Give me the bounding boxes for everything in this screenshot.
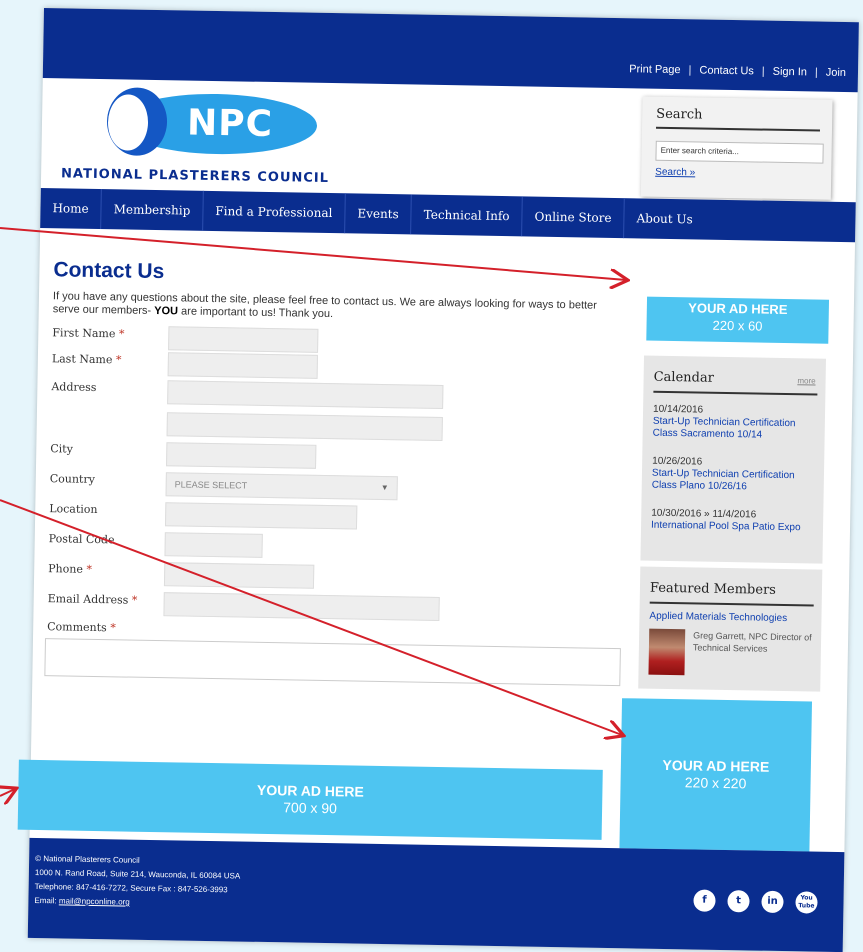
first-name-label-text: First Name [52, 326, 116, 341]
city-label: City [50, 442, 73, 456]
nav-about-us[interactable]: About Us [624, 198, 705, 239]
first-name-label: First Name * [52, 326, 124, 340]
address-label: Address [51, 380, 97, 394]
comments-label-text: Comments [47, 620, 107, 635]
search-panel: Search Enter search criteria... Search » [640, 96, 833, 200]
phone-label-text: Phone [48, 562, 84, 576]
phone-label: Phone * [48, 562, 92, 576]
footer: © National Plasterers Council 1000 N. Ra… [27, 837, 845, 952]
nav-find-professional[interactable]: Find a Professional [203, 190, 346, 234]
facebook-icon[interactable]: f [693, 889, 716, 912]
postal-code-label: Postal Code [48, 532, 115, 547]
event-title[interactable]: Start-Up Technician Certification Class … [653, 416, 821, 443]
city-field[interactable] [166, 442, 317, 469]
divider [653, 390, 818, 396]
nav-home[interactable]: Home [40, 187, 103, 230]
email-label: Email Address * [48, 592, 138, 607]
separator: | [688, 64, 692, 77]
calendar-more-link[interactable]: more [797, 376, 815, 385]
logo-abbr: NPC [186, 102, 274, 146]
divider [649, 601, 814, 607]
intro-part-b: are important to us! Thank you. [177, 305, 334, 321]
arrow-to-bottom-ad [0, 789, 15, 796]
ad-top-banner[interactable]: YOUR AD HERE 220 x 60 [646, 296, 830, 344]
intro-text: If you have any questions about the site… [53, 290, 613, 326]
comments-label: Comments * [47, 620, 116, 634]
ad-top-line2: 220 x 60 [712, 317, 763, 334]
featured-members-panel: Featured Members Applied Materials Techn… [638, 566, 823, 692]
featured-title: Featured Members [649, 580, 777, 598]
country-value: PLEASE SELECT [174, 479, 248, 491]
phone-field[interactable] [163, 562, 315, 589]
member-photo [648, 628, 686, 676]
logo-name: NATIONAL PLASTERERS COUNCIL [60, 166, 330, 186]
twitter-icon[interactable]: t [727, 890, 750, 913]
footer-info: © National Plasterers Council 1000 N. Ra… [34, 852, 240, 912]
top-links: Print Page | Contact Us | Sign In | Join [627, 63, 848, 79]
sign-in-link[interactable]: Sign In [773, 66, 807, 79]
address-field-1[interactable] [167, 380, 444, 410]
nav-online-store[interactable]: Online Store [522, 196, 625, 239]
footer-email-link[interactable]: mail@npconline.org [59, 896, 130, 906]
join-link[interactable]: Join [826, 67, 846, 79]
search-link[interactable]: Search » [655, 167, 695, 179]
country-label: Country [49, 472, 96, 486]
calendar-event[interactable]: 10/26/2016 Start-Up Technician Certificat… [652, 456, 821, 495]
search-input[interactable]: Enter search criteria... [655, 140, 824, 164]
last-name-label-text: Last Name [51, 352, 113, 367]
required-marker: * [131, 593, 138, 607]
divider [655, 126, 820, 132]
footer-email-label: Email: [34, 895, 57, 906]
featured-person: Greg Garrett, NPC Director of Technical … [692, 630, 812, 654]
email-field[interactable] [163, 592, 440, 621]
ad-side-box[interactable]: YOUR AD HERE 220 x 220 [619, 698, 813, 852]
youtube-icon[interactable]: You Tube [795, 891, 818, 914]
event-title[interactable]: Start-Up Technician Certification Class … [652, 468, 820, 495]
comments-textarea[interactable] [44, 638, 621, 687]
required-marker: * [118, 327, 125, 341]
postal-code-field[interactable] [164, 532, 263, 558]
ad-side-line2: 220 x 220 [684, 774, 747, 792]
npc-logo[interactable]: NPC NATIONAL PLASTERERS COUNCIL [60, 87, 333, 193]
intro-bold: YOU [154, 304, 179, 318]
country-select[interactable]: PLEASE SELECT ▼ [165, 472, 398, 501]
last-name-field[interactable] [167, 352, 318, 379]
chevron-down-icon: ▼ [380, 482, 389, 493]
search-title: Search [656, 106, 703, 123]
required-marker: * [115, 353, 122, 367]
required-marker: * [110, 621, 116, 635]
location-field[interactable] [164, 502, 358, 530]
linkedin-icon[interactable]: in [761, 890, 784, 914]
nav-events[interactable]: Events [345, 193, 413, 235]
email-label-text: Email Address [47, 592, 129, 607]
page-title: Contact Us [53, 258, 165, 284]
address-field-2[interactable] [166, 412, 443, 442]
top-bar: Print Page | Contact Us | Sign In | Join [42, 8, 859, 93]
separator: | [761, 65, 765, 78]
calendar-title: Calendar [653, 369, 714, 386]
social-links: f t in You Tube [693, 889, 818, 914]
separator: | [814, 66, 818, 79]
required-marker: * [86, 562, 93, 576]
contact-us-link[interactable]: Contact Us [699, 64, 754, 77]
calendar-panel: Calendar more 10/14/2016 Start-Up Technic… [640, 355, 826, 564]
first-name-field[interactable] [168, 326, 319, 353]
last-name-label: Last Name * [52, 352, 122, 366]
ad-bottom-banner[interactable]: YOUR AD HERE 700 x 90 [17, 759, 603, 840]
calendar-event[interactable]: 10/14/2016 Start-Up Technician Certificat… [653, 404, 822, 443]
nav-membership[interactable]: Membership [101, 189, 204, 231]
print-page-link[interactable]: Print Page [629, 63, 681, 76]
location-label: Location [49, 502, 98, 517]
nav-technical-info[interactable]: Technical Info [411, 194, 523, 237]
webpage-screenshot: Print Page | Contact Us | Sign In | Join NPC N… [17, 8, 859, 952]
event-title[interactable]: International Pool Spa Patio Expo [651, 520, 819, 535]
featured-company-link[interactable]: Applied Materials Technologies [649, 611, 787, 624]
calendar-event[interactable]: 10/30/2016 » 11/4/2016 International Pool… [651, 508, 819, 535]
